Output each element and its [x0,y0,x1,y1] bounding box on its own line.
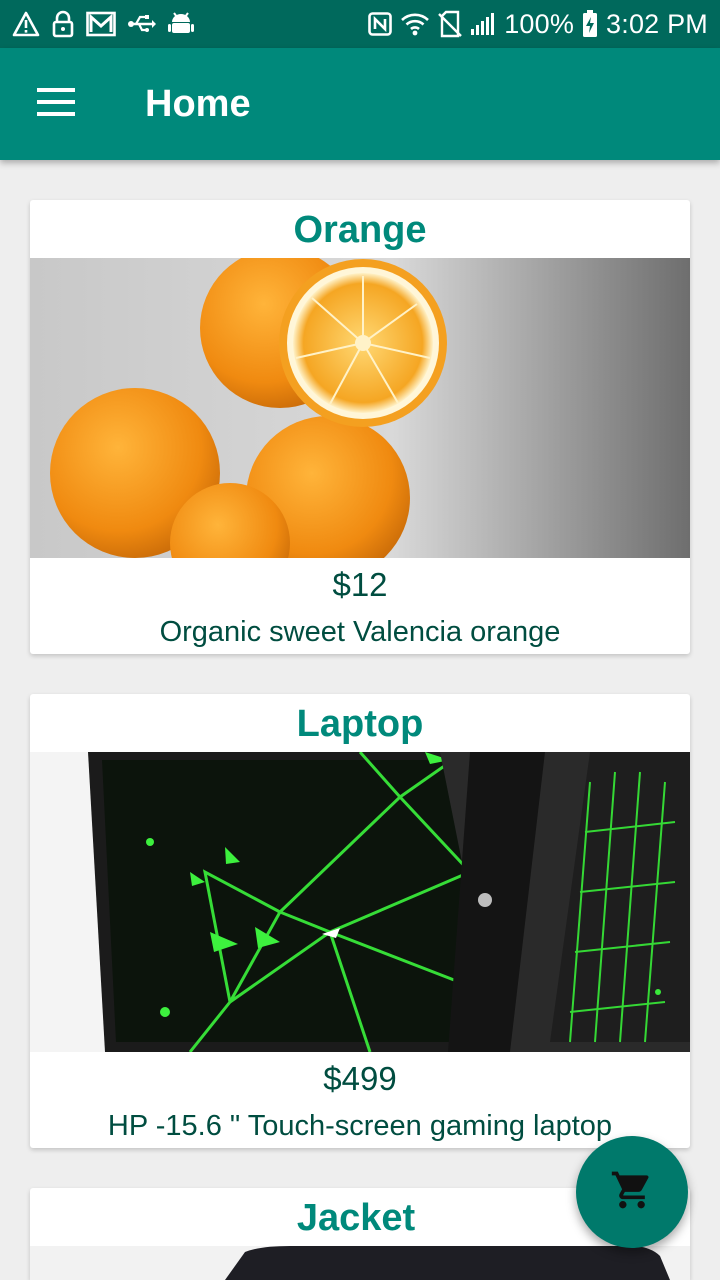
shopping-cart-icon [610,1168,654,1217]
jacket-photo [30,1246,690,1280]
product-description: Organic sweet Valencia orange [159,616,561,648]
page-title: Home [145,82,251,125]
usb-icon [128,13,156,35]
status-bar: 100% 3:02 PM [0,0,720,48]
lock-icon [52,10,74,38]
status-right-icons: 100% 3:02 PM [368,9,708,40]
cart-button[interactable] [576,1136,688,1248]
wifi-icon [400,11,430,37]
product-title: Orange [293,209,427,251]
clock: 3:02 PM [606,8,708,39]
product-price: $12 [332,566,388,603]
battery-percent: 100% [504,8,575,39]
warning-icon [12,11,40,37]
android-debug-icon [168,10,194,38]
product-card[interactable]: Orange $12 Organic sweet Valencia orange [30,200,690,654]
status-left-icons [12,10,194,38]
orange-photo [30,258,690,558]
nfc-icon [368,12,392,36]
no-sim-icon [438,10,463,38]
signal-icon [470,12,496,36]
battery-charging-icon [582,10,598,38]
laptop-photo [30,752,690,1052]
hamburger-menu-icon [37,87,75,121]
product-title: Laptop [296,703,424,745]
product-price: $499 [323,1060,397,1097]
menu-button[interactable] [0,48,112,160]
gmail-icon [86,11,116,37]
product-card[interactable]: Laptop $499 HP -15.6 " Touch-screen gami… [30,694,690,1148]
app-bar: Home [0,48,720,160]
product-description: HP -15.6 " Touch-screen gaming laptop [107,1110,613,1142]
